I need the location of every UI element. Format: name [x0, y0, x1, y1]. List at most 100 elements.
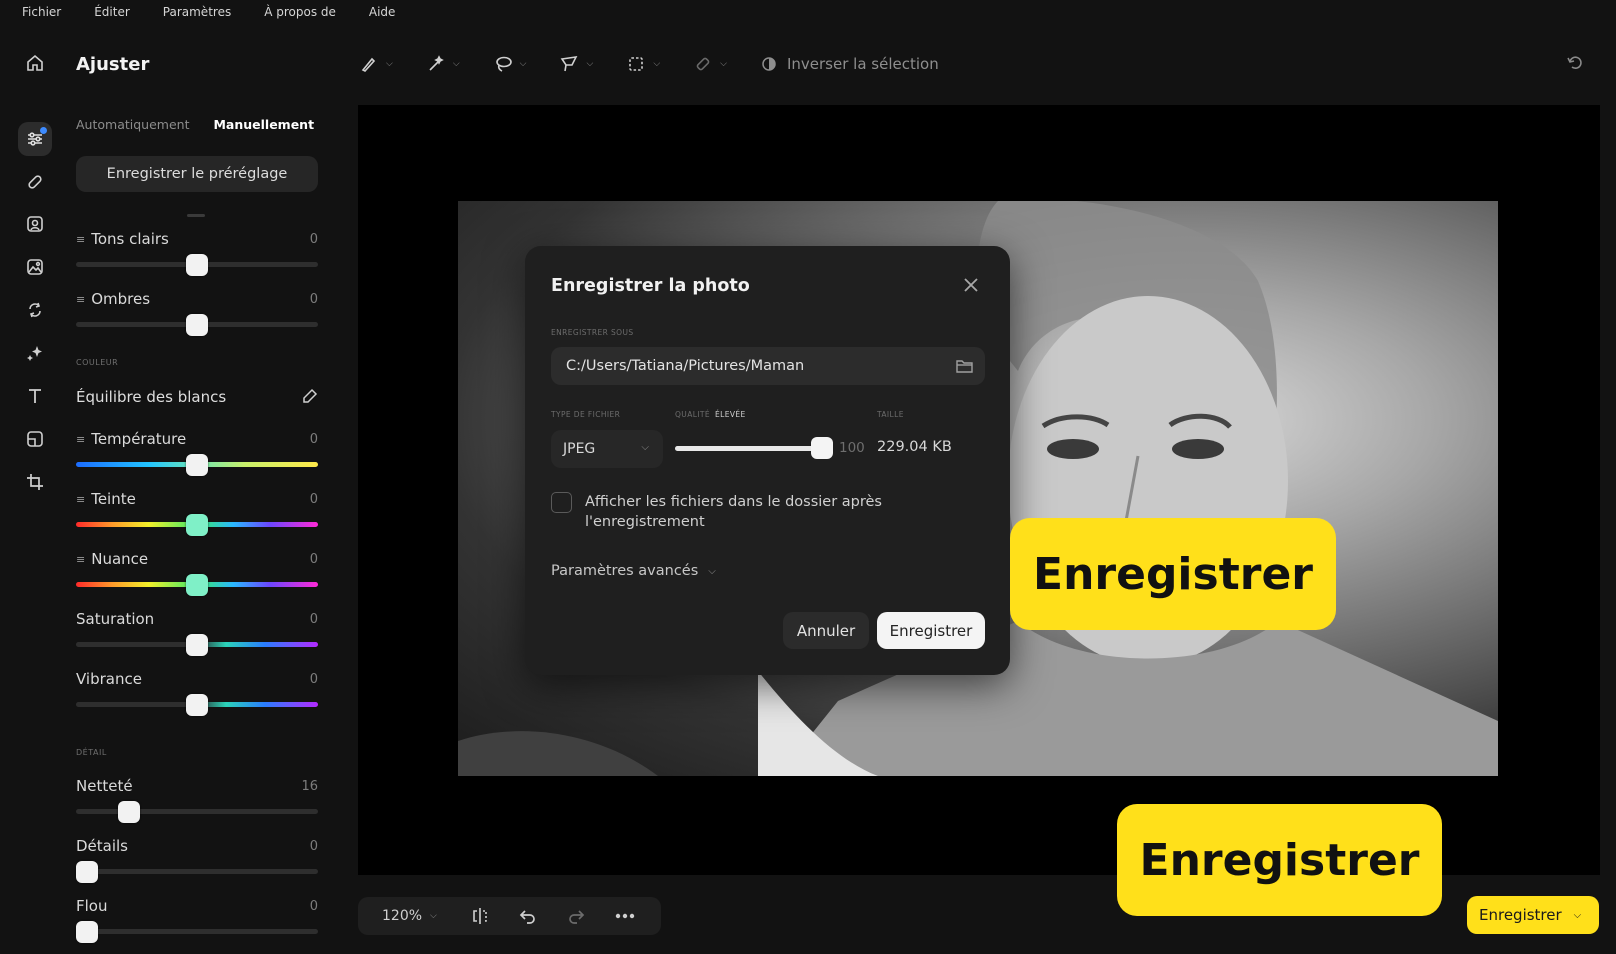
- main-save-button[interactable]: Enregistrer ⌵: [1467, 896, 1599, 934]
- crop-icon[interactable]: [18, 465, 52, 499]
- slider-thumb[interactable]: [186, 254, 208, 276]
- slider-thumb[interactable]: [186, 514, 208, 536]
- undo-icon[interactable]: [519, 907, 537, 925]
- slider-thumb[interactable]: [186, 694, 208, 716]
- frame-icon[interactable]: [18, 422, 52, 456]
- chevron-down-icon: ⌵: [452, 59, 460, 69]
- save-preset-button[interactable]: Enregistrer le préréglage: [76, 156, 318, 192]
- section-color-label: COULEUR: [76, 358, 119, 367]
- save-path-value: C:/Users/Tatiana/Pictures/Maman: [566, 358, 805, 374]
- home-icon[interactable]: [18, 46, 52, 80]
- slider-sharpness: Netteté 16: [76, 777, 318, 825]
- slider-thumb[interactable]: [117, 801, 140, 823]
- menu-help[interactable]: Aide: [369, 5, 396, 19]
- slider-track[interactable]: [76, 809, 318, 814]
- menu-file[interactable]: Fichier: [22, 5, 61, 19]
- magic-brush-tool[interactable]: ⌵: [427, 55, 460, 73]
- slider-label: Nuance: [91, 550, 149, 568]
- lasso-tool[interactable]: ⌵: [494, 55, 526, 73]
- dialog-save-button[interactable]: Enregistrer: [877, 612, 985, 649]
- file-type-select[interactable]: JPEG ⌵: [551, 430, 663, 468]
- menu-settings[interactable]: Paramètres: [163, 5, 231, 19]
- rect-select-tool[interactable]: ⌵: [627, 55, 660, 73]
- size-label: TAILLE: [877, 410, 904, 419]
- polygon-lasso-icon: [561, 55, 578, 72]
- slider-thumb[interactable]: [76, 921, 98, 943]
- brush-tool[interactable]: ⌵: [360, 55, 393, 73]
- quality-value: 100: [839, 440, 865, 456]
- eraser-tool[interactable]: ⌵: [694, 55, 727, 73]
- polygon-lasso-tool[interactable]: ⌵: [560, 55, 593, 73]
- slider-highlights: ≡ Tons clairs 0: [76, 230, 318, 278]
- magic-sparkle-icon[interactable]: [18, 336, 52, 370]
- slider-hue: ≡ Nuance 0: [76, 550, 318, 598]
- quality-slider-track[interactable]: [675, 446, 822, 451]
- advanced-settings-label: Paramètres avancés: [551, 563, 699, 579]
- save-as-label: ENREGISTRER SOUS: [551, 328, 634, 337]
- adjust-icon[interactable]: [18, 122, 52, 156]
- chevron-down-icon: ⌵: [1573, 909, 1582, 921]
- cancel-button[interactable]: Annuler: [783, 612, 869, 649]
- slider-thumb[interactable]: [76, 861, 98, 883]
- slider-label: Flou: [76, 897, 108, 915]
- slider-value: 0: [309, 232, 318, 247]
- bandage-icon[interactable]: [18, 165, 52, 199]
- menu-about[interactable]: À propos de: [264, 5, 336, 19]
- rect-select-icon: [629, 57, 644, 71]
- slider-value: 0: [309, 432, 318, 447]
- reset-icon[interactable]: [1566, 54, 1584, 76]
- replace-icon[interactable]: [18, 293, 52, 327]
- portrait-icon[interactable]: [18, 207, 52, 241]
- slider-thumb[interactable]: [186, 634, 208, 656]
- invert-selection-button[interactable]: Inverser la sélection: [761, 55, 939, 73]
- slider-value: 0: [309, 292, 318, 307]
- show-files-label[interactable]: Afficher les fichiers dans le dossier ap…: [585, 492, 905, 532]
- file-type-value: JPEG: [563, 441, 596, 457]
- white-balance-label: Équilibre des blancs: [76, 388, 227, 406]
- eyedropper-icon[interactable]: [302, 388, 318, 408]
- menu-bar: Fichier Éditer Paramètres À propos de Ai…: [0, 0, 1616, 24]
- lasso-icon: [495, 56, 512, 72]
- slider-label: Température: [91, 430, 187, 448]
- menu-edit[interactable]: Éditer: [94, 5, 130, 19]
- slider-settings-icon[interactable]: ≡: [76, 553, 85, 566]
- slider-settings-icon[interactable]: ≡: [76, 293, 85, 306]
- quality-level: ÉLEVÉE: [715, 410, 746, 419]
- slider-value: 0: [309, 492, 318, 507]
- slider-tint: ≡ Teinte 0: [76, 490, 318, 538]
- slider-track[interactable]: [76, 929, 318, 934]
- image-edit-icon[interactable]: [18, 250, 52, 284]
- slider-shadows: ≡ Ombres 0: [76, 290, 318, 338]
- invert-icon: [762, 57, 776, 71]
- tab-manual[interactable]: Manuellement: [213, 117, 314, 132]
- close-icon[interactable]: [962, 276, 980, 294]
- show-files-checkbox[interactable]: [551, 492, 572, 513]
- save-path-input[interactable]: C:/Users/Tatiana/Pictures/Maman: [551, 347, 985, 385]
- slider-label: Vibrance: [76, 670, 142, 688]
- quality-slider-thumb[interactable]: [811, 437, 833, 459]
- advanced-settings-toggle[interactable]: Paramètres avancés ⌵: [551, 563, 716, 579]
- slider-thumb[interactable]: [186, 314, 208, 336]
- slider-track[interactable]: [76, 869, 318, 874]
- text-icon[interactable]: [18, 379, 52, 413]
- tool-rail: [0, 24, 70, 954]
- slider-label: Saturation: [76, 610, 155, 628]
- slider-settings-icon[interactable]: ≡: [76, 233, 85, 246]
- quality-slider-fill: [675, 446, 822, 451]
- slider-label: Ombres: [91, 290, 151, 308]
- folder-icon[interactable]: [956, 358, 973, 377]
- slider-thumb[interactable]: [186, 574, 208, 596]
- tab-auto[interactable]: Automatiquement: [76, 117, 189, 132]
- chevron-down-icon: ⌵: [720, 59, 727, 69]
- save-photo-dialog: Enregistrer la photo ENREGISTRER SOUS C:…: [525, 246, 1010, 675]
- more-options-icon[interactable]: [615, 913, 635, 919]
- slider-settings-icon[interactable]: ≡: [76, 493, 85, 506]
- compare-icon[interactable]: [471, 907, 489, 925]
- scroll-indicator: [187, 214, 205, 217]
- slider-settings-icon[interactable]: ≡: [76, 433, 85, 446]
- slider-label: Détails: [76, 837, 129, 855]
- zoom-select[interactable]: 120% ⌵: [382, 908, 437, 924]
- slider-thumb[interactable]: [186, 454, 208, 476]
- redo-icon[interactable]: [567, 907, 585, 925]
- invert-selection-label: Inverser la sélection: [786, 55, 939, 73]
